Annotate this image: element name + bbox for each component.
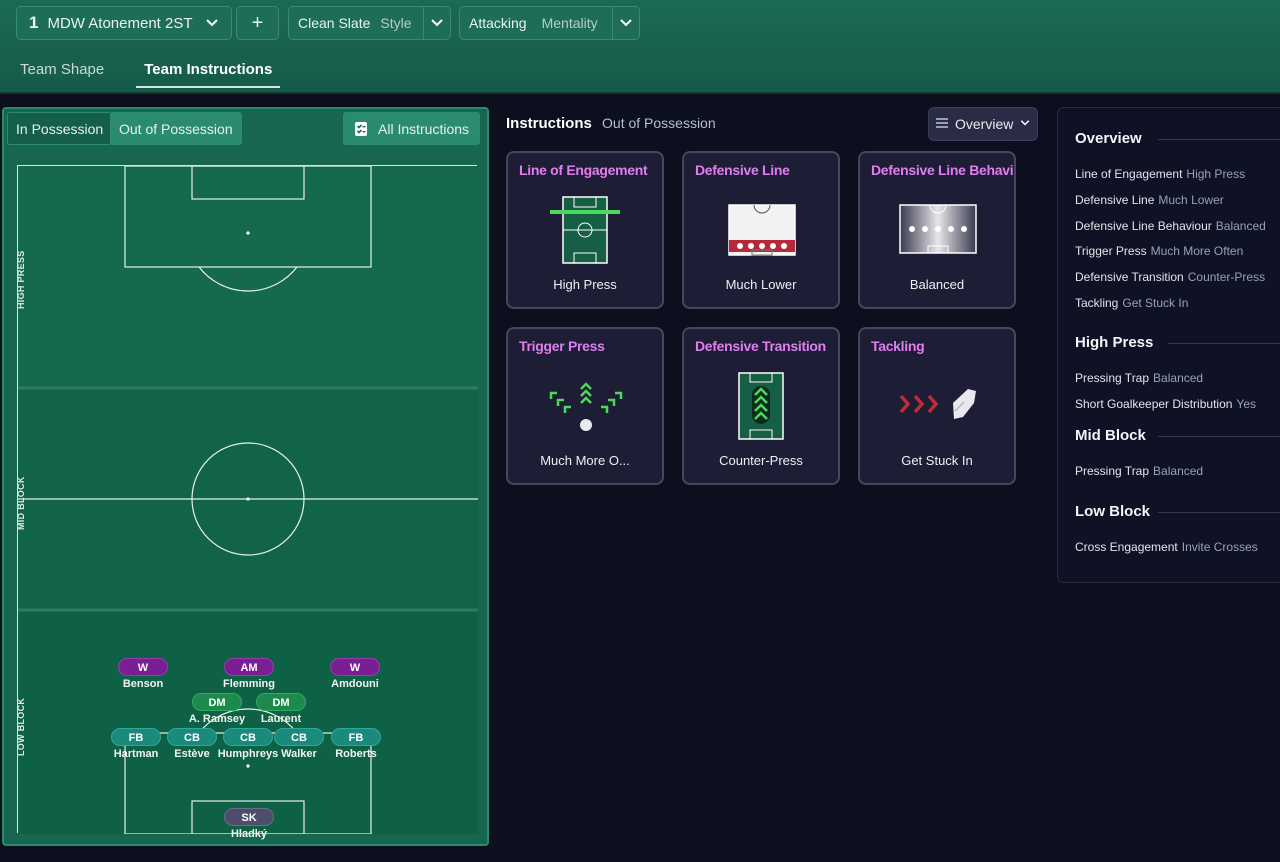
card-tackling[interactable]: Tackling Get Stuck In: [858, 327, 1016, 485]
section-title-overview: Overview: [1075, 130, 1142, 147]
checklist-icon: [354, 121, 368, 140]
summary-item: Cross Engagement Invite Crosses: [1075, 540, 1258, 554]
chevron-down-icon: [613, 7, 639, 39]
summary-item: Defensive Line Much Lower: [1075, 193, 1224, 207]
section-title-low-block: Low Block: [1075, 503, 1151, 520]
mentality-label: Mentality: [541, 15, 598, 31]
player-marker[interactable]: SK Hladký: [204, 808, 294, 840]
player-marker[interactable]: FB Roberts: [311, 728, 401, 760]
card-value: Much More O...: [540, 453, 630, 468]
out-of-possession-toggle[interactable]: Out of Possession: [110, 112, 242, 145]
summary-item: Tackling Get Stuck In: [1075, 296, 1189, 310]
card-value: Get Stuck In: [901, 453, 973, 468]
zone-label-high-press: HIGH PRESS: [16, 250, 26, 309]
tactic-name: MDW Atonement 2ST: [47, 14, 193, 32]
player-position: AM: [224, 658, 274, 676]
player-name: Hladký: [230, 828, 268, 840]
summary-item: Line of Engagement High Press: [1075, 167, 1246, 181]
section-title-mid-block: Mid Block: [1075, 427, 1146, 444]
tactics-pitch: HIGH PRESS MID BLOCK LOW BLOCK W Benson …: [16, 165, 478, 840]
mentality-selector[interactable]: Attacking Mentality: [459, 6, 640, 40]
player-position: DM: [192, 693, 242, 711]
card-value: Much Lower: [725, 277, 797, 292]
card-line-of-engagement[interactable]: Line of Engagement High Press: [506, 151, 664, 309]
card-value: Counter-Press: [719, 453, 803, 468]
tab-bar: Team Shape Team Instructions: [0, 50, 292, 90]
player-position: FB: [331, 728, 381, 746]
top-bar: 1 MDW Atonement 2ST + Clean Slate Style …: [0, 0, 1280, 94]
overview-label: Overview: [955, 116, 1014, 132]
mentality-value: Attacking: [469, 15, 527, 31]
all-instructions-label: All Instructions: [378, 120, 470, 137]
summary-item: Pressing Trap Balanced: [1075, 464, 1204, 478]
instructions-subtitle: Out of Possession: [602, 115, 716, 131]
player-name: Benson: [122, 678, 164, 690]
player-position: W: [118, 658, 168, 676]
player-marker[interactable]: DM Laurent: [236, 693, 326, 725]
card-trigger-press[interactable]: Trigger Press Much More O...: [506, 327, 664, 485]
summary-item: Defensive Line Behaviour Balanced: [1075, 219, 1266, 233]
summary-item: Short Goalkeeper Distribution Yes: [1075, 397, 1256, 411]
summary-item: Trigger Press Much More Often: [1075, 244, 1244, 258]
player-position: W: [330, 658, 380, 676]
overview-dropdown[interactable]: Overview: [928, 107, 1038, 141]
zone-label-mid-block: MID BLOCK: [16, 476, 26, 530]
instructions-heading: Instructions Out of Possession: [506, 115, 716, 132]
pitch-panel: In Possession Out of Possession All Inst…: [2, 107, 489, 846]
zone-label-low-block: LOW BLOCK: [16, 697, 26, 756]
card-defensive-transition[interactable]: Defensive Transition Counter-Press: [682, 327, 840, 485]
player-name: Flemming: [223, 678, 275, 690]
add-tactic-button[interactable]: +: [236, 6, 279, 40]
chevron-down-icon: [1019, 116, 1031, 132]
card-value: High Press: [553, 277, 617, 292]
player-position: SK: [224, 808, 274, 826]
card-defensive-line[interactable]: Defensive Line Much Lower: [682, 151, 840, 309]
instructions-summary-panel: Overview Line of Engagement High Press De…: [1057, 107, 1280, 583]
style-selector[interactable]: Clean Slate Style: [288, 6, 451, 40]
player-position: DM: [256, 693, 306, 711]
all-instructions-button[interactable]: All Instructions: [343, 112, 480, 145]
player-marker[interactable]: AM Flemming: [204, 658, 294, 690]
card-value: Balanced: [909, 277, 965, 292]
tab-team-shape[interactable]: Team Shape: [0, 50, 124, 88]
summary-item: Defensive Transition Counter-Press: [1075, 270, 1266, 284]
tactic-number: 1: [29, 13, 39, 32]
instructions-title: Instructions: [506, 115, 592, 132]
style-value: Clean Slate: [298, 15, 371, 31]
player-marker[interactable]: W Benson: [98, 658, 188, 690]
summary-item: Pressing Trap Balanced: [1075, 371, 1204, 385]
player-marker[interactable]: W Amdouni: [310, 658, 400, 690]
style-label: Style: [380, 15, 412, 31]
chevron-down-icon: [424, 7, 450, 39]
player-name: Amdouni: [331, 678, 379, 690]
card-defensive-line-behaviour[interactable]: Defensive Line Behavio Balanced: [858, 151, 1016, 309]
chevron-down-icon: [199, 7, 225, 39]
in-possession-toggle[interactable]: In Possession: [7, 112, 113, 145]
list-icon: [935, 116, 949, 133]
section-title-high-press: High Press: [1075, 334, 1154, 351]
player-name: Roberts: [335, 748, 377, 760]
tab-team-instructions[interactable]: Team Instructions: [124, 50, 292, 88]
player-name: Laurent: [260, 713, 302, 725]
tactic-selector[interactable]: 1 MDW Atonement 2ST: [16, 6, 232, 40]
